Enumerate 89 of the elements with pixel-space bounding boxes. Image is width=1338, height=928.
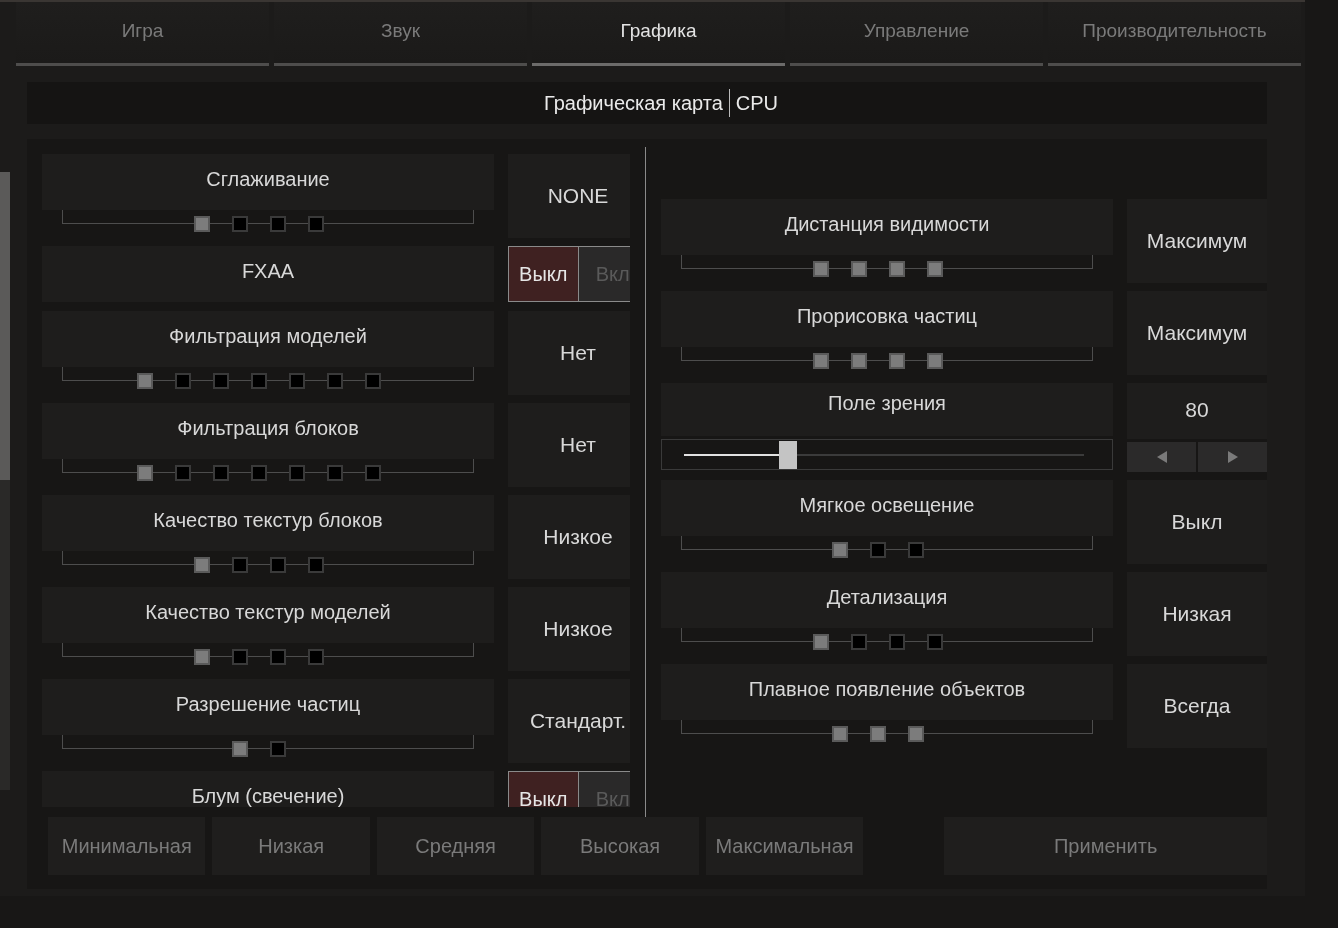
step-notch[interactable] <box>851 261 867 277</box>
setting-value: 80 <box>1127 383 1267 439</box>
toggle-option[interactable]: Выкл <box>509 247 578 301</box>
step-notch[interactable] <box>870 542 886 558</box>
setting-label: Фильтрация блоков <box>42 403 494 459</box>
step-notch[interactable] <box>889 261 905 277</box>
setting-label: Сглаживание <box>42 154 494 210</box>
left-triangle-icon <box>1156 451 1167 463</box>
step-notch[interactable] <box>289 373 305 389</box>
step-notch[interactable] <box>194 649 210 665</box>
setting-value[interactable]: Максимум <box>1127 291 1267 375</box>
preset-button[interactable]: Максимальная <box>705 817 864 875</box>
step-notch[interactable] <box>175 373 191 389</box>
step-notch[interactable] <box>308 557 324 573</box>
step-notch[interactable] <box>289 465 305 481</box>
step-notch[interactable] <box>137 465 153 481</box>
step-notch[interactable] <box>308 649 324 665</box>
setting-label: Разрешение частиц <box>42 679 494 735</box>
step-notch[interactable] <box>813 353 829 369</box>
step-notch[interactable] <box>832 726 848 742</box>
step-notch[interactable] <box>232 557 248 573</box>
step-notch[interactable] <box>194 216 210 232</box>
setting-label: Фильтрация моделей <box>42 311 494 367</box>
setting-value[interactable]: Выкл <box>1127 480 1267 564</box>
setting-label: Дистанция видимости <box>661 199 1113 255</box>
setting-value[interactable]: Максимум <box>1127 199 1267 283</box>
preset-button[interactable]: Высокая <box>541 817 699 875</box>
step-notch[interactable] <box>927 353 943 369</box>
setting-label: Блум (свечение) <box>42 771 494 807</box>
step-notch[interactable] <box>327 465 343 481</box>
step-notch[interactable] <box>213 373 229 389</box>
step-notch[interactable] <box>813 634 829 650</box>
step-notch[interactable] <box>365 373 381 389</box>
setting-value[interactable]: Низкое <box>508 495 631 579</box>
setting-label: Качество текстур моделей <box>42 587 494 643</box>
step-notch[interactable] <box>270 741 286 757</box>
setting-value[interactable]: NONE <box>508 154 631 238</box>
preset-button[interactable]: Средняя <box>376 817 535 875</box>
increase-button[interactable] <box>1198 442 1267 472</box>
preset-button[interactable]: Минимальная <box>48 817 206 875</box>
slider[interactable] <box>661 439 1113 470</box>
setting-label: Поле зрения <box>661 383 1113 436</box>
slider-thumb[interactable] <box>779 440 797 469</box>
section-label[interactable]: Графическая карта <box>543 91 723 115</box>
step-notch[interactable] <box>270 649 286 665</box>
step-notch[interactable] <box>889 353 905 369</box>
setting-label: Качество текстур блоков <box>42 495 494 551</box>
setting-label: Детализация <box>661 572 1113 628</box>
step-notch[interactable] <box>232 216 248 232</box>
step-notch[interactable] <box>889 634 905 650</box>
right-triangle-icon <box>1227 451 1238 463</box>
step-notch[interactable] <box>832 542 848 558</box>
step-notch[interactable] <box>813 261 829 277</box>
setting-value[interactable]: Нет <box>508 403 631 487</box>
setting-label: FXAA <box>42 246 494 302</box>
step-notch[interactable] <box>232 741 248 757</box>
step-notch[interactable] <box>327 373 343 389</box>
step-notch[interactable] <box>137 373 153 389</box>
step-notch[interactable] <box>251 373 267 389</box>
step-notch[interactable] <box>308 216 324 232</box>
setting-value[interactable]: Низкое <box>508 587 631 671</box>
decrease-button[interactable] <box>1127 442 1196 472</box>
step-notch[interactable] <box>175 465 191 481</box>
setting-value[interactable]: Низкая <box>1127 572 1267 656</box>
step-notch[interactable] <box>851 634 867 650</box>
step-notch[interactable] <box>194 557 210 573</box>
setting-label: Плавное появление объектов <box>661 664 1113 720</box>
toggle-option[interactable]: Выкл <box>509 772 578 807</box>
step-notch[interactable] <box>270 216 286 232</box>
step-notch[interactable] <box>851 353 867 369</box>
step-notch[interactable] <box>232 649 248 665</box>
step-notch[interactable] <box>927 634 943 650</box>
preset-button[interactable]: Низкая <box>212 817 370 875</box>
step-notch[interactable] <box>365 465 381 481</box>
step-notch[interactable] <box>213 465 229 481</box>
scrollbar-thumb[interactable] <box>0 172 10 480</box>
setting-label: Мягкое освещение <box>661 480 1113 536</box>
setting-value[interactable]: Нет <box>508 311 631 395</box>
setting-value[interactable]: Всегда <box>1127 664 1267 748</box>
step-notch[interactable] <box>927 261 943 277</box>
step-notch[interactable] <box>270 557 286 573</box>
step-notch[interactable] <box>908 542 924 558</box>
setting-label: Прорисовка частиц <box>661 291 1113 347</box>
step-notch[interactable] <box>870 726 886 742</box>
step-notch[interactable] <box>251 465 267 481</box>
section-label[interactable]: CPU <box>735 91 779 115</box>
apply-button[interactable]: Применить <box>944 817 1268 875</box>
step-notch[interactable] <box>908 726 924 742</box>
setting-value[interactable]: Стандарт. <box>508 679 631 763</box>
